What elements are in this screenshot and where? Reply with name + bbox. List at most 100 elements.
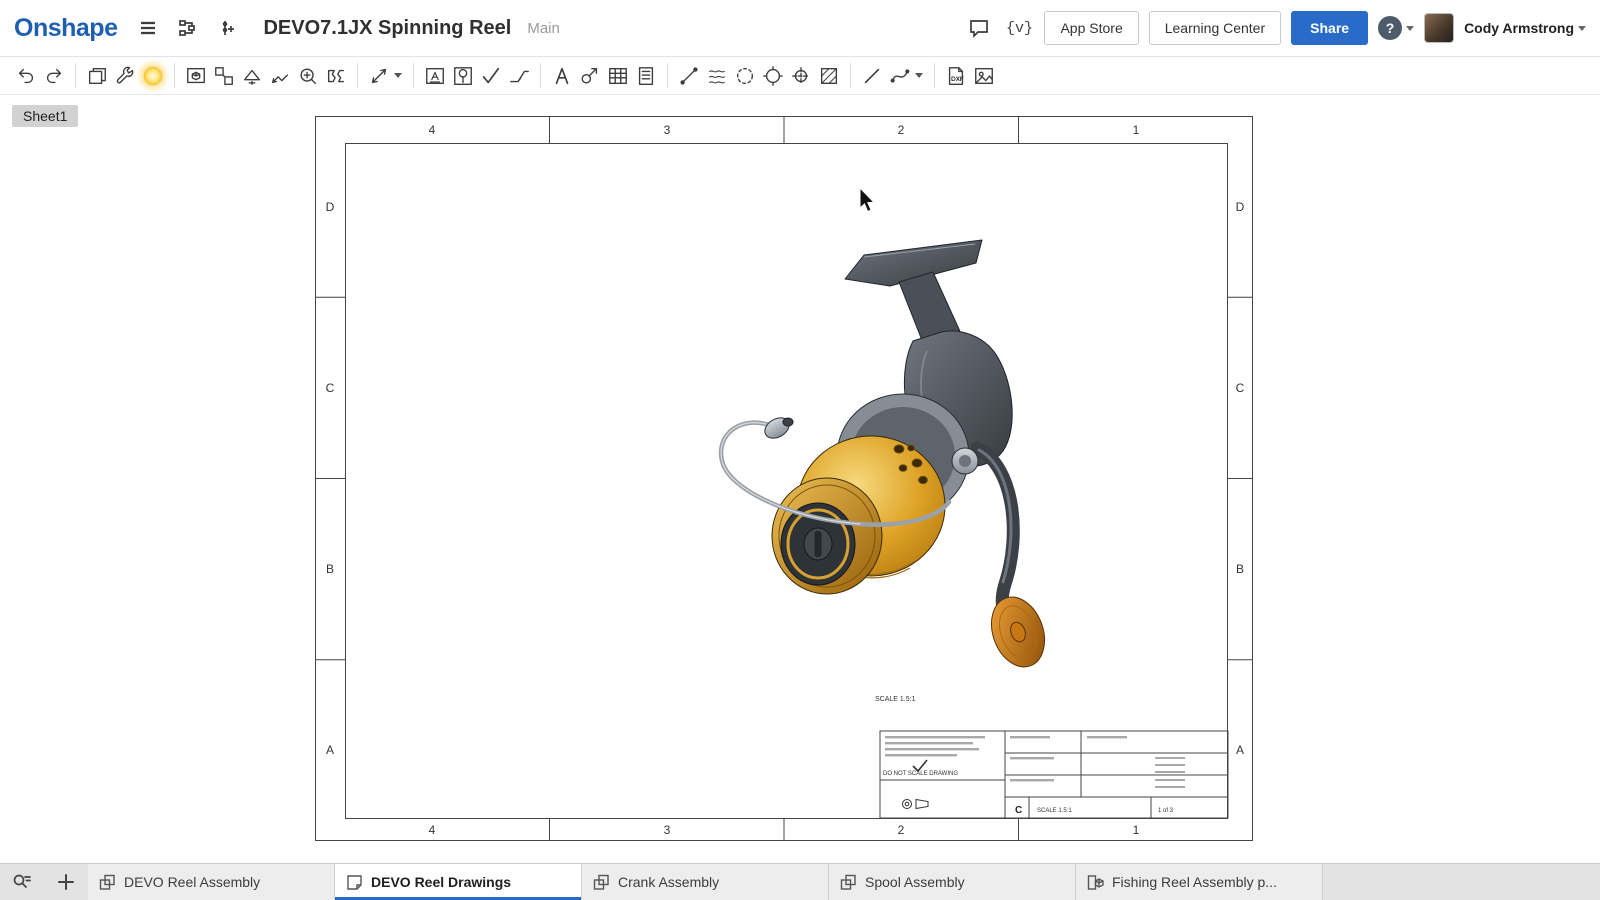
help-icon[interactable]: ? bbox=[1378, 16, 1402, 40]
zone-label: 2 bbox=[898, 823, 905, 837]
document-title: DEVO7.1JX Spinning Reel bbox=[263, 17, 511, 40]
sketch-spline-icon[interactable] bbox=[886, 62, 914, 90]
section-view-icon[interactable] bbox=[266, 62, 294, 90]
learning-center-button[interactable]: Learning Center bbox=[1149, 11, 1281, 45]
user-avatar[interactable] bbox=[1424, 13, 1454, 43]
hole-callout-icon[interactable] bbox=[576, 62, 604, 90]
title-block-scale: SCALE 1.5:1 bbox=[1037, 808, 1072, 814]
dimension-icon[interactable] bbox=[365, 62, 393, 90]
export-dxf-icon[interactable] bbox=[942, 62, 970, 90]
toolbar-separator bbox=[413, 63, 414, 88]
hamburger-menu-icon[interactable] bbox=[133, 13, 163, 43]
projected-view-icon[interactable] bbox=[210, 62, 238, 90]
zone-label: 4 bbox=[429, 823, 436, 837]
insert-new-element-icon[interactable] bbox=[213, 13, 243, 43]
drawing-canvas[interactable]: Sheet1 bbox=[0, 95, 1600, 863]
zone-label: 1 bbox=[1133, 823, 1140, 837]
redo-icon[interactable] bbox=[40, 62, 68, 90]
dimension-dropdown-caret[interactable] bbox=[394, 73, 402, 78]
assembly-icon bbox=[99, 874, 116, 891]
hatch-icon[interactable] bbox=[815, 62, 843, 90]
tab-devo-reel-drawings[interactable]: DEVO Reel Drawings bbox=[335, 864, 582, 900]
featurescript-icon[interactable]: {v} bbox=[1004, 13, 1034, 43]
tab-spool-assembly[interactable]: Spool Assembly bbox=[829, 864, 1076, 900]
versions-history-icon[interactable] bbox=[173, 13, 203, 43]
tab-label: DEVO Reel Drawings bbox=[371, 874, 511, 890]
toolbar-separator bbox=[667, 63, 668, 88]
add-tab-icon[interactable] bbox=[44, 864, 88, 900]
insert-image-icon[interactable] bbox=[970, 62, 998, 90]
balloon-icon[interactable] bbox=[449, 62, 477, 90]
zone-label: 1 bbox=[1133, 123, 1140, 137]
search-tabs-icon[interactable] bbox=[0, 864, 44, 900]
zone-label: D bbox=[326, 200, 335, 214]
help-caret-icon bbox=[1406, 26, 1414, 31]
text-icon[interactable] bbox=[548, 62, 576, 90]
tab-crank-assembly[interactable]: Crank Assembly bbox=[582, 864, 829, 900]
table-icon[interactable] bbox=[604, 62, 632, 90]
tab-label: Crank Assembly bbox=[618, 874, 719, 890]
break-view-icon[interactable] bbox=[322, 62, 350, 90]
toolbar-separator bbox=[540, 63, 541, 88]
comments-icon[interactable] bbox=[964, 13, 994, 43]
undo-icon[interactable] bbox=[12, 62, 40, 90]
tab-label: Fishing Reel Assembly p... bbox=[1112, 874, 1277, 890]
weld-symbol-icon[interactable] bbox=[505, 62, 533, 90]
drawing-icon bbox=[346, 874, 363, 891]
share-button[interactable]: Share bbox=[1291, 11, 1368, 45]
tab-devo-reel-assembly[interactable]: DEVO Reel Assembly bbox=[88, 864, 335, 900]
auxiliary-view-icon[interactable] bbox=[238, 62, 266, 90]
zone-label: B bbox=[326, 562, 334, 576]
zone-label: 3 bbox=[664, 823, 671, 837]
surface-finish-icon[interactable] bbox=[477, 62, 505, 90]
leader-line-icon[interactable] bbox=[675, 62, 703, 90]
revision-cloud-icon[interactable] bbox=[731, 62, 759, 90]
assembly-icon bbox=[593, 874, 610, 891]
center-mark-icon[interactable] bbox=[759, 62, 787, 90]
note-icon[interactable] bbox=[421, 62, 449, 90]
help-menu[interactable]: ? bbox=[1378, 16, 1414, 40]
zone-label: B bbox=[1236, 562, 1244, 576]
centerline-icon[interactable] bbox=[787, 62, 815, 90]
detail-view-icon[interactable] bbox=[294, 62, 322, 90]
sheet-properties-icon[interactable] bbox=[83, 62, 111, 90]
drawing-sheet[interactable]: 4 3 2 1 4 3 2 1 D C B A D C B A bbox=[315, 116, 1253, 841]
user-name-label: Cody Armstrong bbox=[1464, 20, 1574, 36]
zone-label: C bbox=[326, 381, 335, 395]
sketch-dropdown-caret[interactable] bbox=[915, 73, 923, 78]
tab-label: DEVO Reel Assembly bbox=[124, 874, 260, 890]
view-scale-note: SCALE 1.5:1 bbox=[875, 696, 916, 703]
zone-label: C bbox=[1236, 381, 1245, 395]
zone-label: A bbox=[1236, 743, 1244, 757]
assembly-icon bbox=[840, 874, 857, 891]
insert-view-icon[interactable] bbox=[182, 62, 210, 90]
sheet-tab-badge[interactable]: Sheet1 bbox=[12, 105, 78, 127]
app-header: Onshape DEVO7.1JX Spinning Reel Main {v}… bbox=[0, 0, 1600, 57]
highlighted-tool-icon[interactable] bbox=[139, 62, 167, 90]
toolbar-separator bbox=[75, 63, 76, 88]
app-store-button[interactable]: App Store bbox=[1044, 11, 1138, 45]
sheet-size-label: C bbox=[1015, 805, 1022, 816]
zone-label: 2 bbox=[898, 123, 905, 137]
tab-fishing-reel-assembly-import[interactable]: Fishing Reel Assembly p... bbox=[1076, 864, 1323, 900]
workspace-name[interactable]: Main bbox=[527, 20, 560, 37]
user-caret-icon bbox=[1578, 26, 1586, 31]
tab-label: Spool Assembly bbox=[865, 874, 965, 890]
toolbar-separator bbox=[934, 63, 935, 88]
sheet-border-frame bbox=[315, 116, 1253, 841]
zone-label: 4 bbox=[429, 123, 436, 137]
zone-label: 3 bbox=[664, 123, 671, 137]
multileader-icon[interactable] bbox=[703, 62, 731, 90]
yellow-highlight-glow bbox=[143, 66, 163, 86]
onshape-logo[interactable]: Onshape bbox=[14, 14, 117, 43]
toolbar-separator bbox=[850, 63, 851, 88]
zone-label: A bbox=[326, 743, 334, 757]
user-menu[interactable]: Cody Armstrong bbox=[1464, 20, 1586, 36]
title-block-sheet-number: 1 of 3 bbox=[1158, 808, 1174, 814]
imported-file-icon bbox=[1087, 874, 1104, 891]
toolbar-separator bbox=[357, 63, 358, 88]
bom-table-icon[interactable] bbox=[632, 62, 660, 90]
do-not-scale-note: DO NOT SCALE DRAWING bbox=[883, 771, 958, 777]
sketch-line-icon[interactable] bbox=[858, 62, 886, 90]
drawing-properties-wrench-icon[interactable] bbox=[111, 62, 139, 90]
